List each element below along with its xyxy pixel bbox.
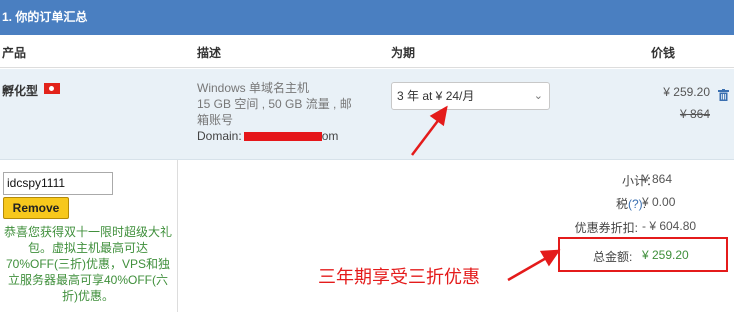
domain-line: Domain: om <box>197 128 367 144</box>
product-description: Windows 单域名主机 15 GB 空间 , 50 GB 流量 , 邮 箱账… <box>197 80 367 144</box>
total-label: 总金额: <box>593 250 633 264</box>
arrowhead-to-total <box>539 249 561 267</box>
coupon-code-input[interactable]: idcspy1111 <box>3 172 113 195</box>
total-value: ¥ 259.20 <box>642 248 689 262</box>
desc-line-1: Windows 单域名主机 <box>197 81 310 95</box>
product-row: 孵化型 Windows 单域名主机 15 GB 空间 , 50 GB 流量 , … <box>0 69 734 160</box>
promo-message: 恭喜您获得双十一限时超级大礼包。虚拟主机最高可达70%OFF(三折)优惠，VPS… <box>4 225 173 303</box>
discount-value: - ¥ 604.80 <box>642 219 697 233</box>
arrow-to-total <box>507 255 549 282</box>
table-header-row: 产品 描述 为期 价钱 <box>0 35 734 68</box>
order-summary-title: 1. 你的订单汇总 <box>2 10 88 24</box>
subtotal-label: 小计： <box>621 174 658 188</box>
trash-icon[interactable] <box>718 89 729 101</box>
col-price: 价钱 <box>651 46 676 60</box>
annotation-text: 三年期享受三折优惠 <box>318 267 480 288</box>
domain-suffix: om <box>321 129 339 143</box>
item-prices: ¥ 259.20 ¥ 864 <box>663 81 710 125</box>
billing-period-select[interactable]: 3 年 at ¥ 24/月 ⌄ <box>391 82 550 110</box>
item-price: ¥ 259.20 <box>663 85 710 99</box>
col-description: 描述 <box>197 46 222 60</box>
desc-line-2: 15 GB 空间 , 50 GB 流量 , 邮 <box>197 97 352 111</box>
tax-label: 税 <box>616 197 629 211</box>
desc-line-3: 箱账号 <box>197 113 234 127</box>
product-name: 孵化型 <box>2 84 39 98</box>
tax-value: ¥ 0.00 <box>642 195 676 209</box>
col-period: 为期 <box>391 46 416 60</box>
order-summary-header: 1. 你的订单汇总 <box>0 0 734 35</box>
chevron-down-icon: ⌄ <box>533 90 543 102</box>
col-product: 产品 <box>2 46 27 60</box>
remove-coupon-button[interactable]: Remove <box>3 197 69 219</box>
subtotal-value: ¥ 864 <box>642 172 673 186</box>
item-original-price: ¥ 864 <box>679 107 710 121</box>
domain-label: Domain: <box>197 129 242 143</box>
redaction-mark <box>243 132 322 142</box>
tax-help-link[interactable]: (?) <box>628 197 643 211</box>
billing-period-value: 3 年 at ¥ 24/月 <box>397 89 475 103</box>
hong-kong-flag-icon <box>44 83 60 94</box>
discount-label: 优惠券折扣: <box>574 221 638 235</box>
